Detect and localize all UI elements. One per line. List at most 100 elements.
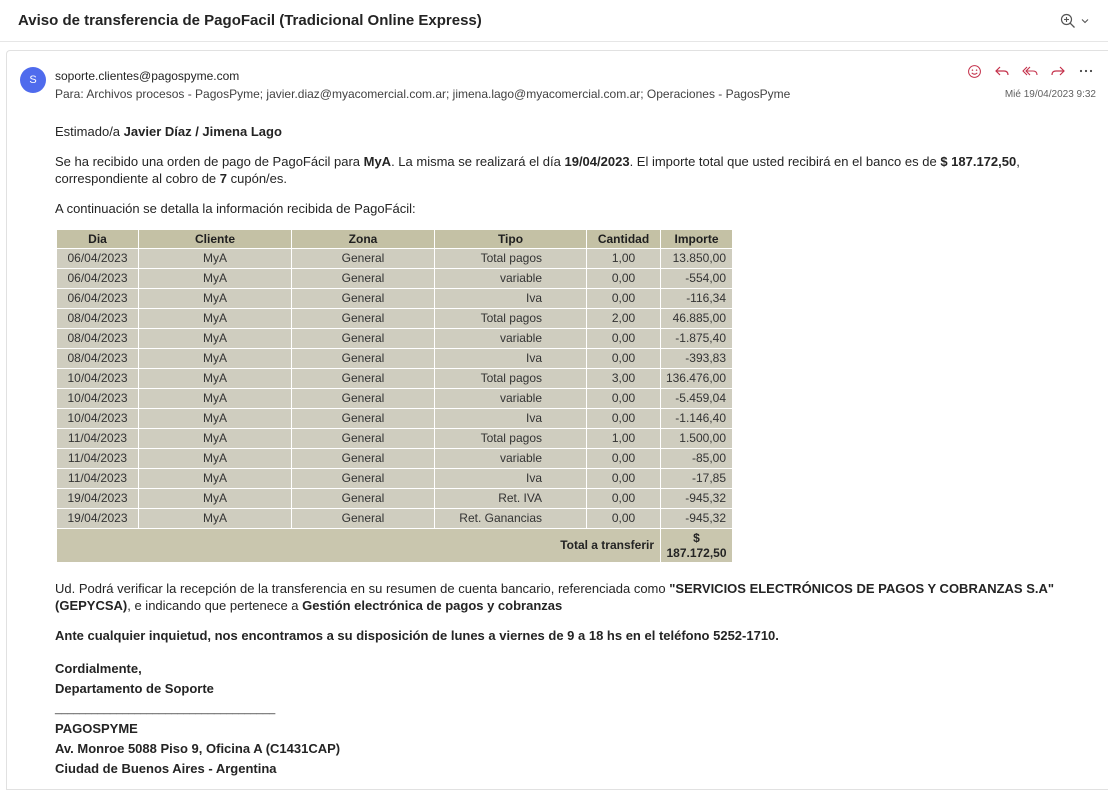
order-company: MyA — [363, 154, 392, 169]
table-cell: 19/04/2023 — [56, 508, 139, 529]
table-row: 08/04/2023 MyA General Iva 0,00 -393,83 — [56, 348, 733, 369]
column-header: Importe — [660, 229, 733, 249]
zoom-in-icon — [1060, 13, 1076, 29]
reply-icon[interactable] — [994, 62, 1010, 80]
table-cell: 08/04/2023 — [56, 328, 139, 349]
table-row: 06/04/2023 MyA General Iva 0,00 -116,34 — [56, 288, 733, 309]
table-row: 08/04/2023 MyA General Total pagos 2,00 46.88… — [56, 308, 733, 329]
table-cell: General — [291, 488, 435, 509]
help-paragraph: Ante cualquier inquietud, nos encontramo… — [55, 628, 779, 643]
table-cell: MyA — [138, 328, 292, 349]
table-row: 06/04/2023 MyA General Total pagos 1,00 13.85… — [56, 248, 733, 269]
table-cell: MyA — [138, 348, 292, 369]
table-cell: 06/04/2023 — [56, 268, 139, 289]
table-cell: MyA — [138, 248, 292, 269]
table-cell: 11/04/2023 — [56, 468, 139, 489]
table-row: 19/04/2023 MyA General Ret. Ganancias 0,00 -9… — [56, 508, 733, 529]
table-cell: Total pagos — [434, 368, 587, 389]
table-cell: MyA — [138, 448, 292, 469]
avatar[interactable]: S — [20, 67, 46, 93]
detail-intro: A continuación se detalla la información… — [55, 201, 416, 216]
table-cell: -945,32 — [660, 508, 733, 529]
table-cell: 1,00 — [586, 428, 661, 449]
table-cell: General — [291, 268, 435, 289]
table-cell: Iva — [434, 288, 587, 309]
forward-icon[interactable] — [1050, 62, 1066, 80]
table-row: 06/04/2023 MyA General variable 0,00 -554,00 — [56, 268, 733, 289]
table-cell: General — [291, 408, 435, 429]
table-cell: 0,00 — [586, 388, 661, 409]
table-cell: Ret. IVA — [434, 488, 587, 509]
table-cell: -116,34 — [660, 288, 733, 309]
table-cell: General — [291, 328, 435, 349]
emoji-icon[interactable] — [966, 62, 982, 80]
table-cell: 11/04/2023 — [56, 428, 139, 449]
table-cell: General — [291, 348, 435, 369]
message-actions — [966, 62, 1094, 80]
table-cell: General — [291, 448, 435, 469]
verify-text: Ud. Podrá verificar la recepción de la t… — [55, 581, 670, 596]
table-cell: -554,00 — [660, 268, 733, 289]
table-cell: 1.500,00 — [660, 428, 733, 449]
signature-block: Cordialmente, Departamento de Soporte __… — [55, 659, 340, 779]
table-cell: Total pagos — [434, 248, 587, 269]
greeting-name: Javier Díaz / Jimena Lago — [123, 124, 282, 139]
verify-text: , e indicando que pertenece a — [127, 598, 303, 613]
table-cell: MyA — [138, 368, 292, 389]
table-cell: General — [291, 508, 435, 529]
table-cell: 0,00 — [586, 488, 661, 509]
column-header: Zona — [291, 229, 435, 249]
table-row: 08/04/2023 MyA General variable 0,00 -1.875,4… — [56, 328, 733, 349]
table-cell: 06/04/2023 — [56, 288, 139, 309]
table-cell: MyA — [138, 408, 292, 429]
order-text: . El importe total que usted recibirá en… — [629, 154, 941, 169]
table-row: 10/04/2023 MyA General variable 0,00 -5.459,0… — [56, 388, 733, 409]
table-cell: 3,00 — [586, 368, 661, 389]
sender-address[interactable]: soporte.clientes@pagospyme.com — [55, 69, 239, 83]
table-cell: 0,00 — [586, 288, 661, 309]
table-cell: 13.850,00 — [660, 248, 733, 269]
table-cell: General — [291, 288, 435, 309]
table-cell: 1,00 — [586, 248, 661, 269]
table-row: 11/04/2023 MyA General variable 0,00 -85,00 — [56, 448, 733, 469]
table-cell: 10/04/2023 — [56, 388, 139, 409]
table-cell: -5.459,04 — [660, 388, 733, 409]
table-cell: 0,00 — [586, 328, 661, 349]
sent-date: Mié 19/04/2023 9:32 — [1004, 89, 1096, 100]
table-cell: Iva — [434, 348, 587, 369]
order-amount: $ 187.172,50 — [940, 154, 1017, 169]
total-currency: $ — [693, 530, 700, 545]
total-amount: 187.172,50 — [666, 545, 727, 560]
table-cell: 11/04/2023 — [56, 448, 139, 469]
table-cell: 136.476,00 — [660, 368, 733, 389]
table-row: 10/04/2023 MyA General Total pagos 3,00 136.4… — [56, 368, 733, 389]
order-text: . La misma se realizará el día — [391, 154, 565, 169]
signature-department: Departamento de Soporte — [55, 681, 214, 696]
zoom-button[interactable] — [1060, 13, 1090, 29]
table-cell: -1.146,40 — [660, 408, 733, 429]
table-cell: -17,85 — [660, 468, 733, 489]
table-row: 19/04/2023 MyA General Ret. IVA 0,00 -945,32 — [56, 488, 733, 509]
table-cell: Total pagos — [434, 428, 587, 449]
verify-paragraph: Ud. Podrá verificar la recepción de la t… — [55, 580, 1105, 614]
recipients-line[interactable]: Para: Archivos procesos - PagosPyme; jav… — [55, 87, 790, 101]
table-cell: Total pagos — [434, 308, 587, 329]
reply-all-icon[interactable] — [1022, 62, 1038, 80]
greeting-prefix: Estimado/a — [55, 124, 124, 139]
table-header-row: Dia Cliente Zona Tipo Cantidad Importe — [56, 229, 733, 249]
table-cell: variable — [434, 268, 587, 289]
table-cell: -393,83 — [660, 348, 733, 369]
column-header: Cantidad — [586, 229, 661, 249]
order-text: Se ha recibido una orden de pago de Pago… — [55, 154, 364, 169]
table-cell: 10/04/2023 — [56, 408, 139, 429]
table-cell: General — [291, 308, 435, 329]
table-cell: -85,00 — [660, 448, 733, 469]
table-cell: MyA — [138, 388, 292, 409]
table-cell: General — [291, 468, 435, 489]
greeting: Estimado/a Javier Díaz / Jimena Lago — [55, 123, 282, 140]
signature-company: PAGOSPYME — [55, 721, 138, 736]
table-cell: -945,32 — [660, 488, 733, 509]
email-subject: Aviso de transferencia de PagoFacil (Tra… — [18, 12, 482, 29]
column-header: Tipo — [434, 229, 587, 249]
more-icon[interactable] — [1078, 62, 1094, 80]
